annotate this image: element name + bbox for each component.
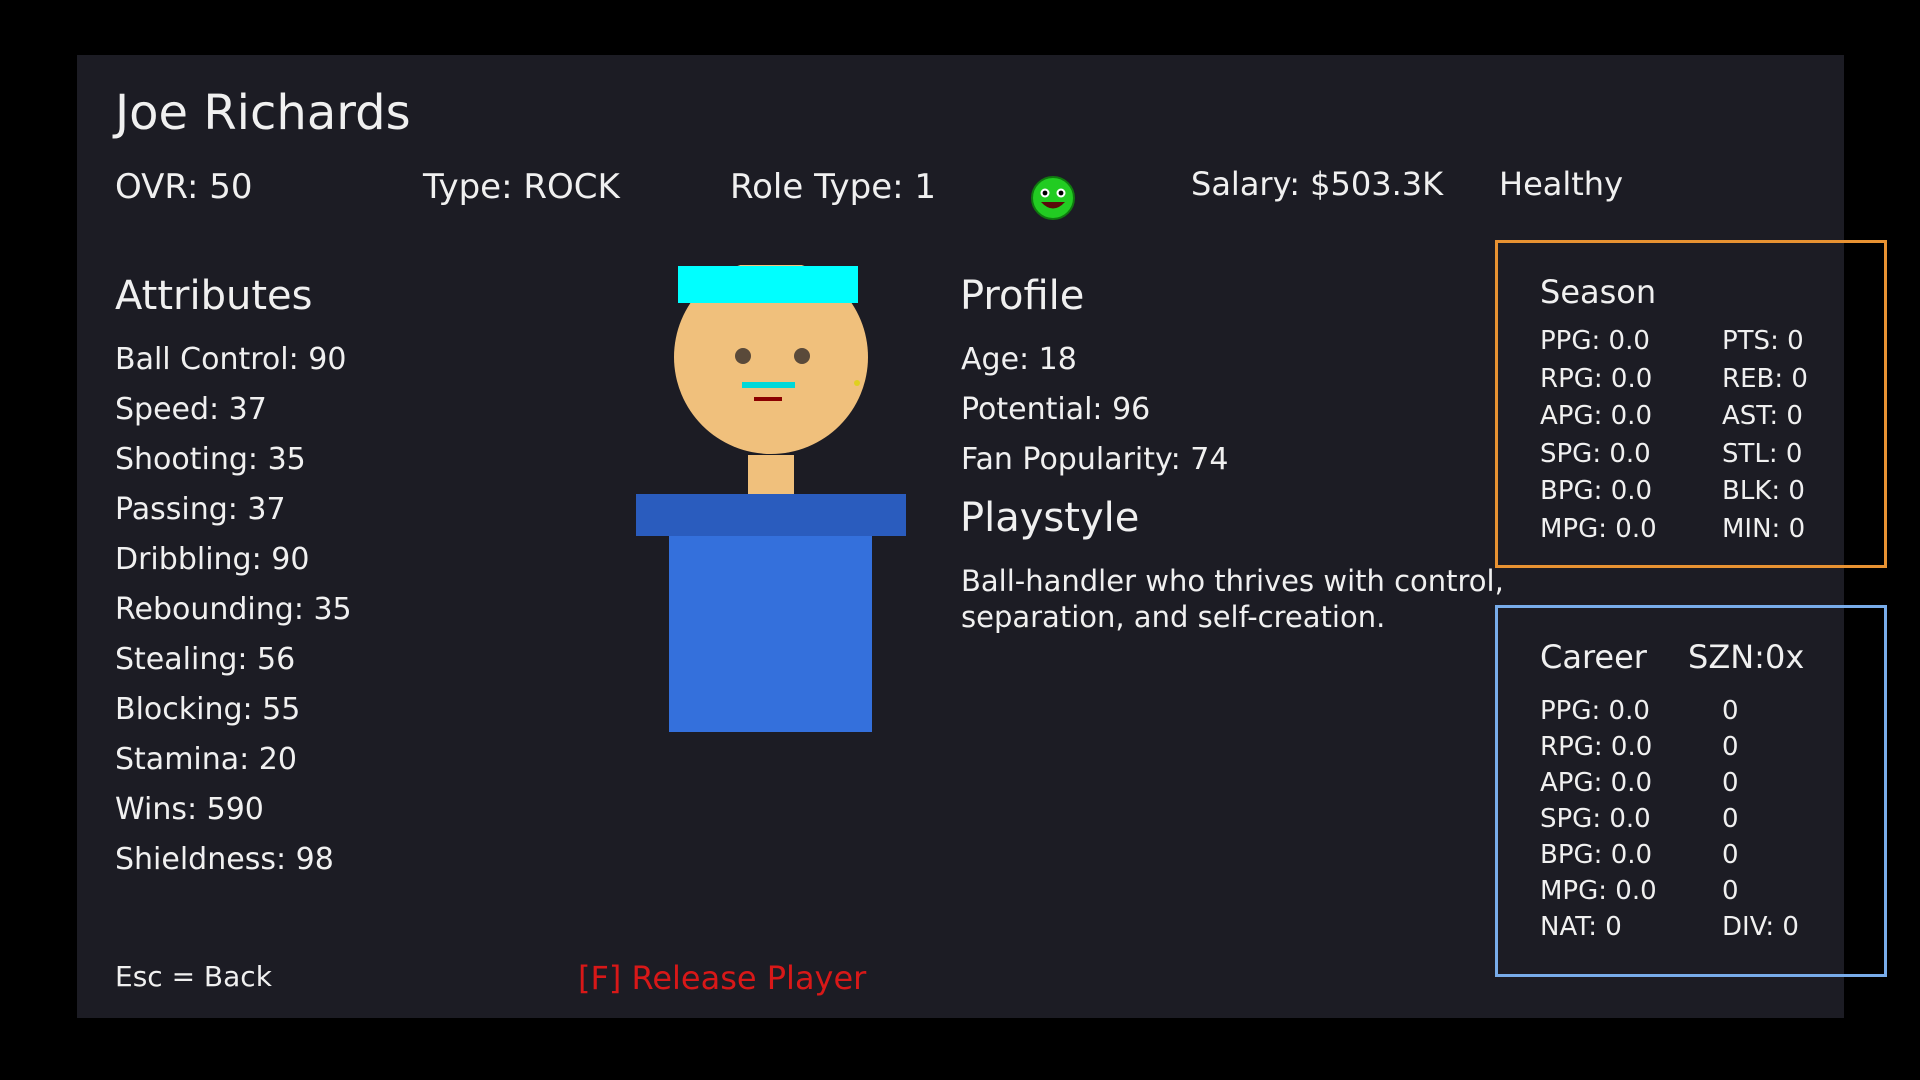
attribute-speed: Speed: 37 [115,392,267,427]
season-mpg: MPG: 0.0 [1540,513,1657,544]
career-mpg: MPG: 0.0 [1540,876,1657,906]
career-div: DIV: 0 [1722,912,1799,942]
attribute-wins: Wins: 590 [115,792,264,827]
attribute-dribbling: Dribbling: 90 [115,542,310,577]
career-apg: APG: 0.0 [1540,768,1652,798]
career-spg: SPG: 0.0 [1540,804,1651,834]
season-stats-box: Season PPG: 0.0 PTS: 0 RPG: 0.0 REB: 0 APG… [1495,240,1887,568]
career-mpg-total: 0 [1722,876,1739,906]
career-apg-total: 0 [1722,768,1739,798]
player-card-panel: Joe Richards OVR: 50 Type: ROCK Role Typ… [77,55,1887,1018]
playstyle-description: Ball-handler who thrives with control, s… [961,564,1504,634]
profile-list: Age: 18 Potential: 96 Fan Popularity: 74 [961,335,1228,485]
career-title: Career [1540,638,1647,676]
health-status: Healthy [1499,165,1624,203]
season-bpg: BPG: 0.0 [1540,476,1653,506]
attribute-shieldness: Shieldness: 98 [115,842,334,877]
release-player-button[interactable]: [F] Release Player [578,959,866,997]
attribute-shooting: Shooting: 35 [115,442,306,477]
avatar-shoulders [636,494,906,536]
attribute-blocking: Blocking: 55 [115,692,301,727]
avatar-headband [678,266,858,303]
game-screen: Joe Richards OVR: 50 Type: ROCK Role Typ… [0,0,1920,1080]
role-type: Role Type: 1 [730,167,937,207]
season-stl: STL: 0 [1722,438,1803,469]
career-spg-total: 0 [1722,804,1739,834]
player-type: Type: ROCK [423,167,620,207]
career-stats-box: Career SZN:0x PPG: 0.0 0 RPG: 0.0 0 APG: 0… [1495,605,1887,977]
season-ast: AST: 0 [1722,401,1803,431]
career-rpg: RPG: 0.0 [1540,732,1653,762]
avatar-mouth [754,397,782,401]
avatar-shirt [669,536,872,732]
season-ppg: PPG: 0.0 [1540,326,1650,356]
player-name: Joe Richards [115,85,411,141]
avatar-right-eye [794,348,810,364]
season-min: MIN: 0 [1722,513,1806,544]
attributes-list: Ball Control: 90 Speed: 37 Shooting: 35 … [115,335,352,885]
overall-rating: OVR: 50 [115,167,253,207]
career-seasons-count: SZN:0x [1688,638,1805,676]
attribute-ball-control: Ball Control: 90 [115,342,347,377]
avatar-cheek [854,380,860,386]
avatar-left-eye [735,348,751,364]
profile-potential: Potential: 96 [961,392,1151,427]
career-ppg-total: 0 [1722,696,1739,726]
career-bpg-total: 0 [1722,840,1739,870]
player-avatar [636,265,906,732]
season-rpg: RPG: 0.0 [1540,363,1653,394]
avatar-nose [742,382,795,388]
attribute-stamina: Stamina: 20 [115,742,297,777]
career-ppg: PPG: 0.0 [1540,696,1650,726]
season-title: Season [1540,273,1657,311]
attribute-rebounding: Rebounding: 35 [115,592,352,627]
profile-title: Profile [960,273,1085,319]
season-pts: PTS: 0 [1722,326,1804,356]
profile-age: Age: 18 [961,342,1077,377]
attributes-title: Attributes [115,273,313,319]
happy-face-icon [1031,176,1075,220]
season-blk: BLK: 0 [1722,476,1805,506]
career-bpg: BPG: 0.0 [1540,840,1653,870]
season-spg: SPG: 0.0 [1540,438,1651,469]
season-apg: APG: 0.0 [1540,401,1652,431]
career-nat: NAT: 0 [1540,912,1622,942]
salary: Salary: $503.3K [1191,165,1444,203]
attribute-passing: Passing: 37 [115,492,286,527]
career-rpg-total: 0 [1722,732,1739,762]
season-reb: REB: 0 [1722,363,1808,394]
attribute-stealing: Stealing: 56 [115,642,296,677]
playstyle-title: Playstyle [960,495,1140,541]
profile-fan-popularity: Fan Popularity: 74 [961,442,1229,477]
esc-back-hint[interactable]: Esc = Back [115,960,272,993]
